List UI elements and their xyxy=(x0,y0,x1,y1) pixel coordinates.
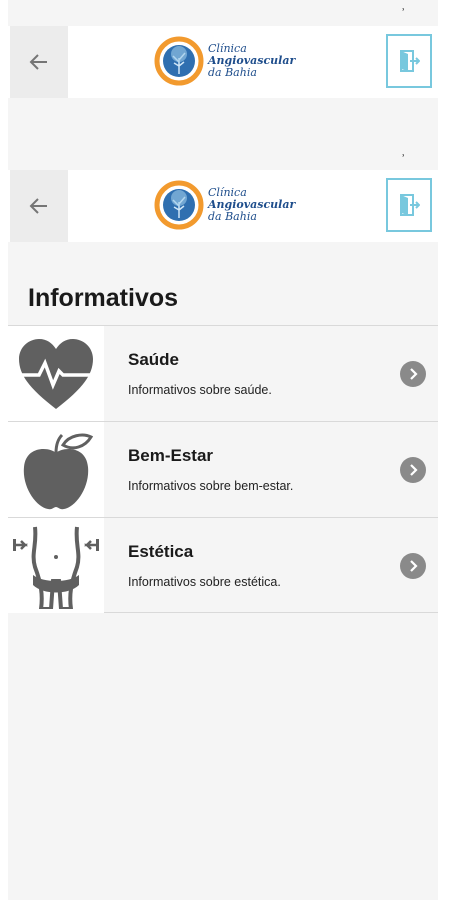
exit-button[interactable] xyxy=(386,34,432,88)
arrow-left-icon xyxy=(29,54,47,70)
waist-icon xyxy=(13,526,99,609)
clinic-logo: Clínica Angiovascular da Bahia xyxy=(154,32,304,90)
app-screen: ˒ Clínica Angiovascular da Bahia ˒ Clíni… xyxy=(8,0,438,900)
exit-door-icon xyxy=(400,194,420,216)
list-item-saude[interactable]: Saúde Informativos sobre saúde. xyxy=(8,325,438,421)
exit-door-icon xyxy=(400,50,420,72)
arrow-left-icon xyxy=(29,198,47,214)
clinic-logo: Clínica Angiovascular da Bahia xyxy=(154,176,304,234)
item-description: Informativos sobre estética. xyxy=(128,575,281,589)
item-title: Bem-Estar xyxy=(128,446,214,465)
logo-line-3: da Bahia xyxy=(208,210,257,223)
item-thumbnail xyxy=(8,326,104,421)
chevron-right-icon[interactable] xyxy=(400,457,426,483)
item-description: Informativos sobre saúde. xyxy=(128,383,272,397)
item-title: Saúde xyxy=(128,350,180,369)
list-item-estetica[interactable]: Estética Informativos sobre estética. xyxy=(8,517,438,613)
status-indicator-icon: ˒ xyxy=(402,151,406,162)
logo-text: Clínica Angiovascular da Bahia xyxy=(208,187,295,223)
back-button[interactable] xyxy=(10,26,68,98)
chevron-right-icon[interactable] xyxy=(400,361,426,387)
chevron-right-icon[interactable] xyxy=(400,553,426,579)
logo-line-3: da Bahia xyxy=(208,66,257,79)
app-header-top: Clínica Angiovascular da Bahia xyxy=(8,26,438,98)
app-header: Clínica Angiovascular da Bahia xyxy=(8,170,438,242)
informativos-list: Saúde Informativos sobre saúde. Bem-Esta… xyxy=(8,325,438,613)
status-indicator-icon: ˒ xyxy=(402,5,406,16)
item-thumbnail xyxy=(8,422,104,517)
page-title: Informativos xyxy=(28,284,179,312)
logo-text: Clínica Angiovascular da Bahia xyxy=(208,43,295,79)
apple-icon xyxy=(23,433,94,509)
logo-mark-icon xyxy=(154,36,204,86)
heart-pulse-icon xyxy=(17,338,95,409)
exit-button[interactable] xyxy=(386,178,432,232)
item-title: Estética xyxy=(128,542,194,561)
item-thumbnail xyxy=(8,518,104,613)
logo-mark-icon xyxy=(154,180,204,230)
list-item-bem-estar[interactable]: Bem-Estar Informativos sobre bem-estar. xyxy=(8,421,438,517)
back-button[interactable] xyxy=(10,170,68,242)
item-description: Informativos sobre bem-estar. xyxy=(128,479,294,493)
